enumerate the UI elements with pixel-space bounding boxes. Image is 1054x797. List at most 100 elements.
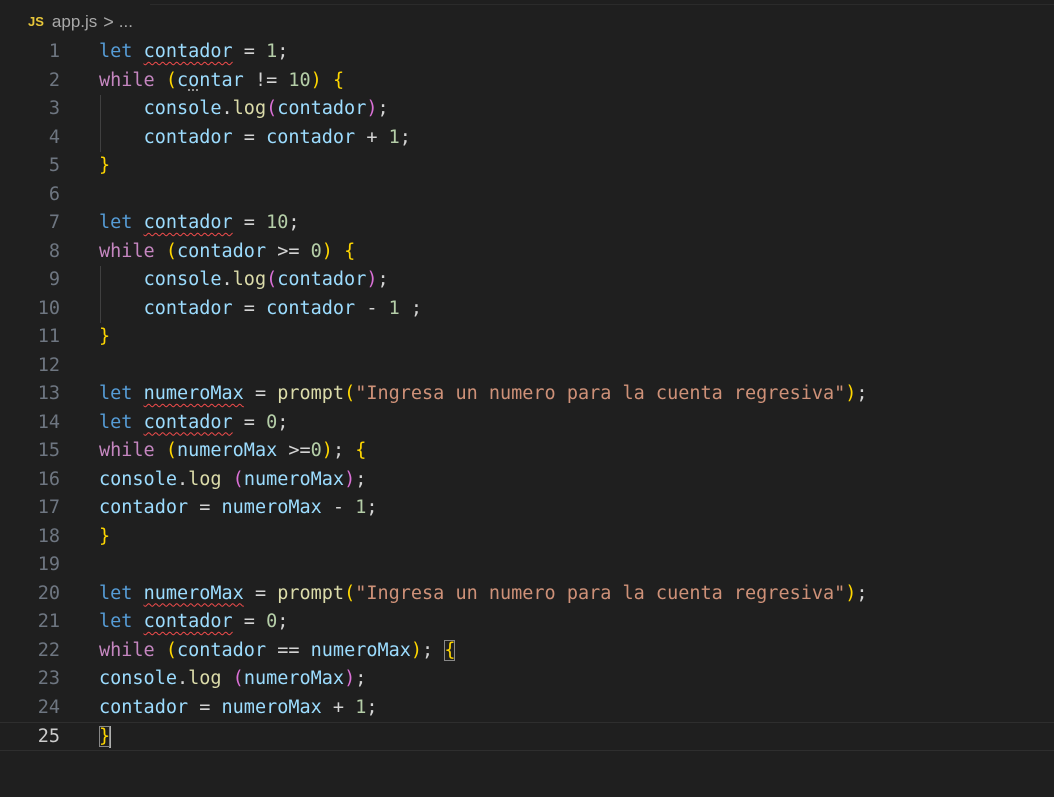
code-token: ( (344, 383, 356, 404)
line-code[interactable]: contador = numeroMax + 1; (99, 694, 377, 723)
code-line[interactable]: 6 (0, 181, 1054, 210)
code-token: ) (321, 440, 333, 461)
line-code[interactable]: let numeroMax = prompt("Ingresa un numer… (99, 580, 868, 609)
line-code[interactable]: while (contador >= 0) { (99, 238, 355, 267)
code-token: { (344, 240, 356, 262)
code-line[interactable]: 17 contador = numeroMax - 1; (0, 494, 1054, 523)
chevron-right-icon: > (103, 11, 114, 32)
code-line[interactable]: 13 let numeroMax = prompt("Ingresa un num… (0, 380, 1054, 409)
code-token: contador (176, 639, 267, 661)
code-line[interactable]: 25} (0, 722, 1054, 751)
line-code[interactable]: console.log (numeroMax); (99, 466, 366, 495)
code-line[interactable]: 12 (0, 352, 1054, 381)
line-code[interactable]: console.log (numeroMax); (99, 665, 366, 694)
line-number: 16 (37, 468, 60, 490)
javascript-file-icon: JS (28, 13, 44, 29)
code-token: ; (856, 383, 868, 404)
code-line[interactable]: 11} (0, 323, 1054, 352)
line-code[interactable]: let contador = 0; (99, 409, 288, 438)
line-code[interactable]: while (contador == numeroMax); { (99, 637, 456, 666)
line-code[interactable]: let contador = 0; (99, 608, 288, 637)
code-token: { (444, 639, 456, 661)
code-line[interactable]: 1 let contador = 1; (0, 38, 1054, 67)
code-line[interactable]: 10 contador = contador - 1 ; (0, 295, 1054, 324)
code-token: - (321, 497, 356, 518)
breadcrumb-file-name[interactable]: app.js (52, 12, 97, 32)
line-code[interactable]: contador = contador + 1; (99, 124, 411, 153)
code-token: while (99, 440, 155, 461)
code-token: >= (277, 440, 311, 461)
code-token: log (188, 668, 222, 689)
code-token: "Ingresa un numero para la cuenta regres… (355, 383, 846, 404)
code-token: ( (232, 668, 244, 689)
code-line[interactable]: 21 let contador = 0; (0, 608, 1054, 637)
line-code[interactable]: } (99, 323, 110, 352)
line-code[interactable]: } (99, 152, 110, 181)
code-token: contador (277, 98, 367, 119)
code-line[interactable]: 4 contador = contador + 1; (0, 124, 1054, 153)
line-code[interactable]: let numeroMax = prompt("Ingresa un numer… (99, 380, 868, 409)
line-code[interactable]: contador = numeroMax - 1; (99, 494, 377, 523)
code-token: numeroMax (221, 696, 322, 718)
code-token: ( (232, 468, 244, 490)
line-number: 21 (37, 611, 60, 632)
code-token: + (355, 126, 389, 148)
code-line[interactable]: 8 while (contador >= 0) { (0, 238, 1054, 267)
line-code[interactable]: let contador = 10; (99, 209, 300, 238)
code-token: numeroMax (310, 639, 411, 661)
code-token: . (221, 98, 233, 119)
code-token: ( (165, 639, 177, 661)
code-editor[interactable]: 1 let contador = 1; 2 while (contar != 10) … (0, 38, 1054, 758)
line-number: 25 (37, 726, 60, 747)
code-token: ( (344, 582, 356, 604)
code-token: ; (399, 297, 423, 319)
code-token: let (99, 383, 133, 404)
code-line[interactable]: 22 while (contador == numeroMax); { (0, 637, 1054, 666)
code-token: { (332, 69, 345, 91)
line-code[interactable]: while (contar != 10) { (99, 67, 344, 96)
code-line[interactable]: 20 let numeroMax = prompt("Ingresa un num… (0, 580, 1054, 609)
code-token: numeroMax (221, 497, 322, 518)
code-token: 0 (266, 611, 278, 632)
code-token: 10 (288, 69, 311, 91)
line-code[interactable]: } (99, 523, 110, 552)
code-line[interactable]: 16 console.log (numeroMax); (0, 466, 1054, 495)
line-code[interactable]: contador = contador - 1 ; (99, 295, 422, 324)
code-token: = (232, 41, 267, 62)
line-code[interactable]: while (numeroMax >=0); { (99, 437, 366, 466)
code-token: } (99, 155, 111, 176)
line-code[interactable]: console.log(contador); (99, 266, 389, 295)
code-token: . (176, 468, 189, 490)
code-line[interactable]: 15 while (numeroMax >=0); { (0, 437, 1054, 466)
code-line[interactable]: 23 console.log (numeroMax); (0, 665, 1054, 694)
code-line[interactable]: 5} (0, 152, 1054, 181)
code-line[interactable]: 9 console.log(contador); (0, 266, 1054, 295)
code-token: while (99, 639, 155, 661)
code-line[interactable]: 14 let contador = 0; (0, 409, 1054, 438)
code-line[interactable]: 7 let contador = 10; (0, 209, 1054, 238)
code-token: contador (99, 497, 189, 518)
code-line[interactable]: 2 while (contar != 10) { (0, 67, 1054, 96)
code-token: contador (143, 411, 233, 433)
line-code[interactable]: } (99, 723, 112, 752)
code-token: { (355, 440, 367, 461)
code-line[interactable]: 3 console.log(contador); (0, 95, 1054, 124)
code-token: numeroMax (243, 668, 345, 689)
code-line[interactable]: 19 (0, 551, 1054, 580)
code-token: ( (266, 98, 278, 119)
code-token: while (99, 69, 155, 91)
code-token: . (176, 668, 189, 689)
code-line[interactable]: 18} (0, 523, 1054, 552)
line-code[interactable]: console.log(contador); (99, 95, 389, 124)
line-number: 3 (48, 98, 60, 119)
code-token: log (232, 269, 267, 290)
code-line[interactable]: 24 contador = numeroMax + 1; (0, 694, 1054, 723)
line-code[interactable]: let contador = 1; (99, 38, 288, 67)
code-token: 0 (310, 240, 322, 262)
line-number: 9 (48, 269, 60, 290)
breadcrumb-more[interactable]: ... (119, 12, 133, 32)
code-token: ) (310, 69, 322, 91)
